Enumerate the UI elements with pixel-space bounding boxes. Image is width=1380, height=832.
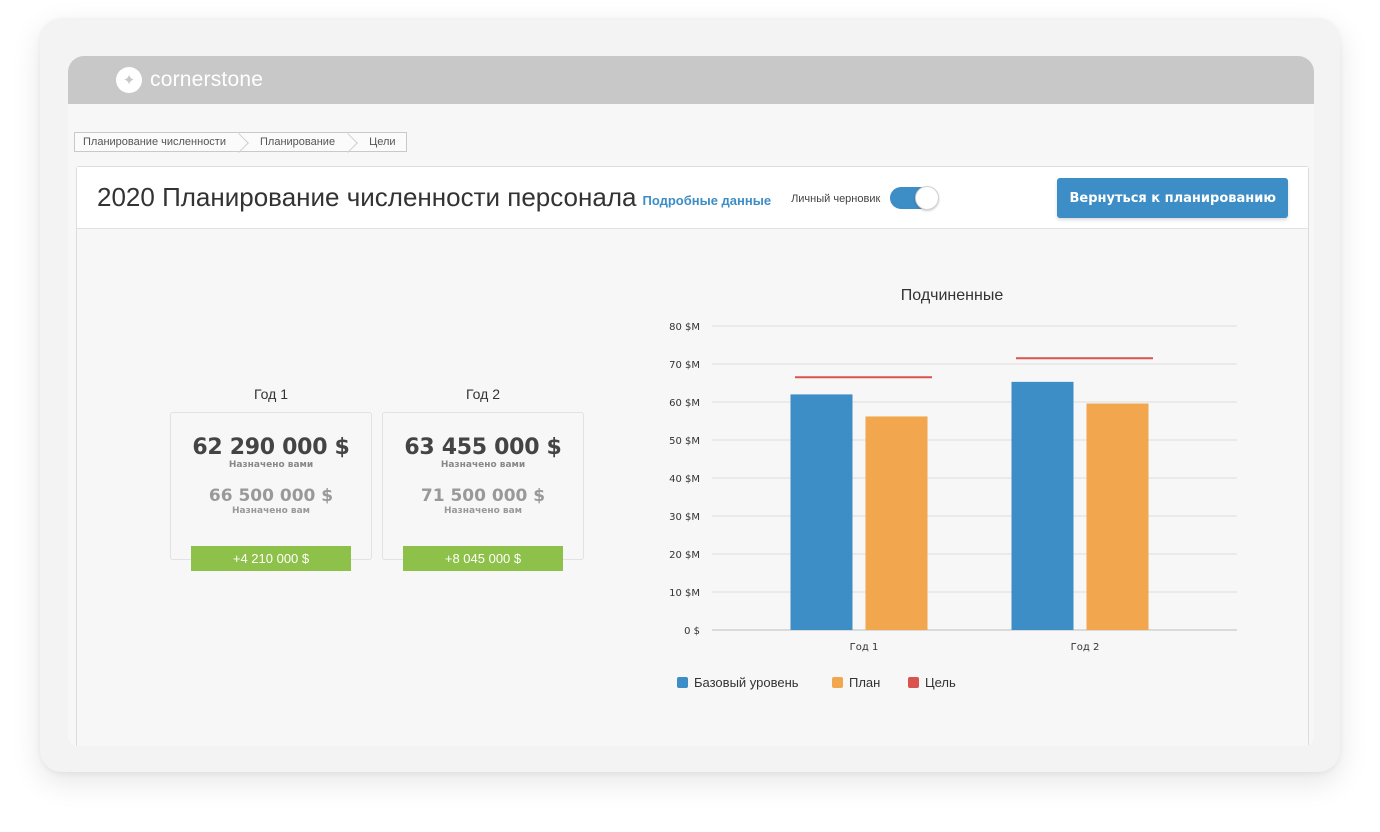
year-column-1: Год 1 62 290 000 $ Назначено вами 66 500… [170,386,372,571]
breadcrumb-separator-icon [236,133,248,151]
logo[interactable]: ✦ cornerstone [116,67,263,93]
breadcrumb-item-goals[interactable]: Цели [357,133,405,151]
header-bar: 2020 Планирование численности персонала … [77,167,1308,229]
breadcrumb-item-headcount[interactable]: Планирование численности [75,133,236,151]
target-amount: 66 500 000 $ [208,486,334,506]
breadcrumb-separator-icon [345,133,357,151]
difference-badge: +4 210 000 $ [191,546,351,571]
breadcrumb-item-planning[interactable]: Планирование [248,133,345,151]
year-label: Год 2 [466,386,500,402]
year-card: 62 290 000 $ Назначено вами 66 500 000 $… [170,412,372,571]
year-label: Год 1 [254,386,288,402]
assigned-amount: 62 290 000 $ [192,435,350,460]
difference-badge: +8 045 000 $ [403,546,563,571]
sparkle-icon: ✦ [116,67,142,93]
year-column-2: Год 2 63 455 000 $ Назначено вами 71 500… [382,386,584,571]
assigned-amount: 63 455 000 $ [404,435,562,460]
assigned-label: Назначено вами [228,460,314,470]
top-bar: ✦ cornerstone [68,56,1314,104]
draft-toggle[interactable] [890,185,940,210]
draft-label: Личный черновик [791,192,881,205]
target-amount: 71 500 000 $ [420,486,546,506]
toggle-knob [915,185,940,210]
year-card: 63 455 000 $ Назначено вами 71 500 000 $… [382,412,584,571]
assigned-label: Назначено вами [440,460,526,470]
page-title: 2020 Планирование численности персонала [97,182,637,212]
target-label: Назначено вам [443,506,523,516]
target-label: Назначено вам [231,506,311,516]
back-to-planning-button[interactable]: Вернуться к планированию [1057,178,1288,218]
logo-text: cornerstone [150,68,264,91]
breadcrumb: Планирование численности Планирование Це… [74,132,407,152]
details-link[interactable]: Подробные данные [642,193,771,208]
